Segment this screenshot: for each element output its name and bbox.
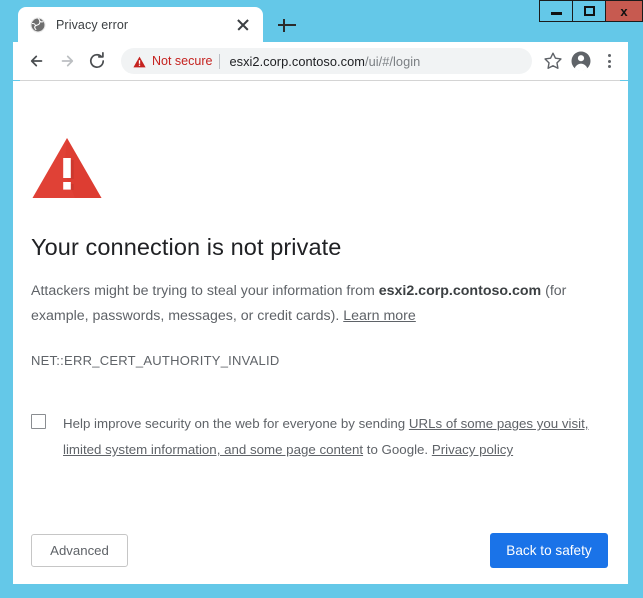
- interstitial-body: Your connection is not private Attackers…: [31, 136, 591, 463]
- url-host: esxi2.corp.contoso.com: [229, 53, 365, 69]
- new-tab-button[interactable]: [275, 13, 299, 37]
- url-text: esxi2.corp.contoso.com/ui/#/login: [229, 54, 420, 69]
- window-controls: x: [539, 0, 643, 22]
- not-secure-label: Not secure: [152, 54, 213, 68]
- menu-dot: [607, 54, 611, 58]
- safe-browsing-checkbox[interactable]: [31, 414, 46, 429]
- advanced-button[interactable]: Advanced: [31, 534, 128, 567]
- minimize-button[interactable]: [539, 0, 572, 22]
- page-title: Your connection is not private: [31, 234, 342, 260]
- warning-description: Attackers might be trying to steal your …: [31, 279, 579, 329]
- red-warning-triangle-icon: [31, 136, 103, 200]
- privacy-policy-link[interactable]: Privacy policy: [432, 442, 513, 457]
- action-button-row: Advanced Back to safety: [31, 533, 608, 568]
- safe-browsing-optin-label: Help improve security on the web for eve…: [63, 411, 590, 463]
- tab-title: Privacy error: [56, 17, 129, 32]
- optin-text-middle: to Google.: [363, 442, 432, 457]
- close-button[interactable]: x: [605, 0, 643, 22]
- learn-more-link[interactable]: Learn more: [343, 308, 416, 324]
- back-to-safety-button[interactable]: Back to safety: [490, 533, 608, 568]
- browser-window: x Privacy error Not secure esxi2.corp.co…: [0, 0, 643, 598]
- browser-tab[interactable]: Privacy error: [18, 7, 263, 42]
- warning-triangle-icon: [133, 55, 146, 68]
- maximize-icon: [583, 6, 595, 16]
- back-button[interactable]: [23, 47, 51, 75]
- menu-dot: [607, 59, 611, 63]
- reload-button[interactable]: [83, 47, 111, 75]
- address-bar[interactable]: Not secure esxi2.corp.contoso.com/ui/#/l…: [121, 48, 532, 74]
- close-icon: x: [620, 3, 628, 19]
- bookmark-star-icon[interactable]: [540, 48, 566, 74]
- url-path: /ui/#/login: [364, 53, 421, 69]
- minimize-icon: [550, 12, 562, 15]
- globe-icon: [30, 16, 46, 33]
- forward-button[interactable]: [53, 47, 81, 75]
- description-prefix: Attackers might be trying to steal your …: [31, 283, 379, 299]
- error-code: NET::ERR_CERT_AUTHORITY_INVALID: [31, 353, 280, 368]
- optin-text-before: Help improve security on the web for eve…: [63, 416, 409, 431]
- tab-strip: Privacy error: [13, 0, 628, 42]
- page-content: Your connection is not private Attackers…: [13, 81, 628, 584]
- browser-toolbar: Not secure esxi2.corp.contoso.com/ui/#/l…: [13, 42, 628, 80]
- close-tab-icon[interactable]: [235, 17, 251, 33]
- description-hostname: esxi2.corp.contoso.com: [378, 283, 542, 299]
- maximize-button[interactable]: [572, 0, 605, 22]
- menu-dot: [607, 64, 611, 68]
- chrome-menu-icon[interactable]: [598, 48, 620, 74]
- safe-browsing-optin-row: Help improve security on the web for eve…: [31, 411, 591, 463]
- omnibox-divider: [219, 53, 221, 69]
- profile-avatar-icon[interactable]: [568, 48, 594, 74]
